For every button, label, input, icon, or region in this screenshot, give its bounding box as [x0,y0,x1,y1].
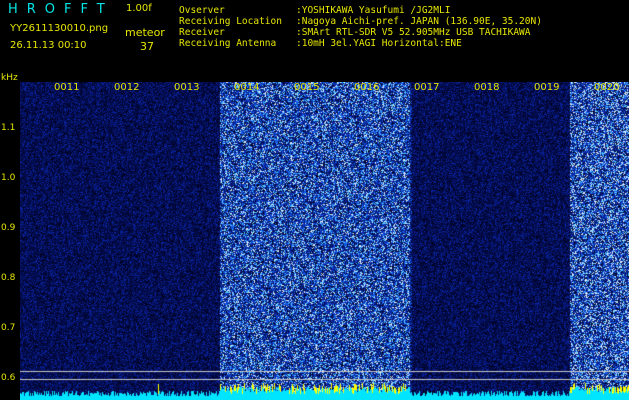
info-key: Receiving Location [179,16,282,27]
x-tick-label: 0013 [174,82,200,93]
info-value: :SMArt RTL-SDR V5 52.905MHz USB TACHIKAW… [296,27,531,38]
info-value: :Nagoya Aichi-pref. JAPAN (136.90E, 35.2… [296,16,542,27]
info-value: :YOSHIKAWA Yasufumi /JG2MLI [296,5,451,16]
info-row-location: Receiving Location :Nagoya Aichi-pref. J… [179,16,542,27]
x-tick-label: 0020 [594,82,620,93]
info-row-receiver: Receiver :SMArt RTL-SDR V5 52.905MHz USB… [179,27,542,38]
x-tick-label: 0012 [114,82,140,93]
timestamp: 26.11.13 00:10 [10,40,87,51]
x-tick-label: 0011 [54,82,80,93]
y-tick-label: 0.9 [1,223,16,233]
meteor-count: 37 [140,40,154,53]
hrofft-window: HROFFT 1.00f YY2611130010.png meteor 26.… [0,0,629,400]
y-tick-label: 0.7 [1,323,16,333]
x-tick-label: 0014 [234,82,260,93]
info-row-antenna: Receiving Antenna :10mH 3el.YAGI Horizon… [179,38,542,49]
info-value: :10mH 3el.YAGI Horizontal:ENE [296,38,462,49]
app-title: HROFFT [8,2,114,17]
y-tick-label: 0.6 [1,373,16,383]
x-tick-label: 0015 [294,82,320,93]
y-tick-label: 1.1 [1,123,16,133]
file-name: YY2611130010.png [10,23,109,34]
y-axis-unit: kHz [1,73,18,83]
x-tick-label: 0018 [474,82,500,93]
x-tick-label: 0017 [414,82,440,93]
info-key: Ovserver [179,5,225,16]
x-tick-label: 0016 [354,82,380,93]
info-row-observer: Ovserver :YOSHIKAWA Yasufumi /JG2MLI [179,5,542,16]
spectrogram-canvas [20,82,629,400]
info-key: Receiving Antenna [179,38,277,49]
meteor-label: meteor [125,26,165,39]
info-key: Receiver [179,27,225,38]
y-tick-label: 1.0 [1,173,16,183]
station-info: Ovserver :YOSHIKAWA Yasufumi /JG2MLI Rec… [179,5,542,49]
y-tick-label: 0.8 [1,273,16,283]
x-tick-label: 0019 [534,82,560,93]
app-version: 1.00f [126,3,152,14]
